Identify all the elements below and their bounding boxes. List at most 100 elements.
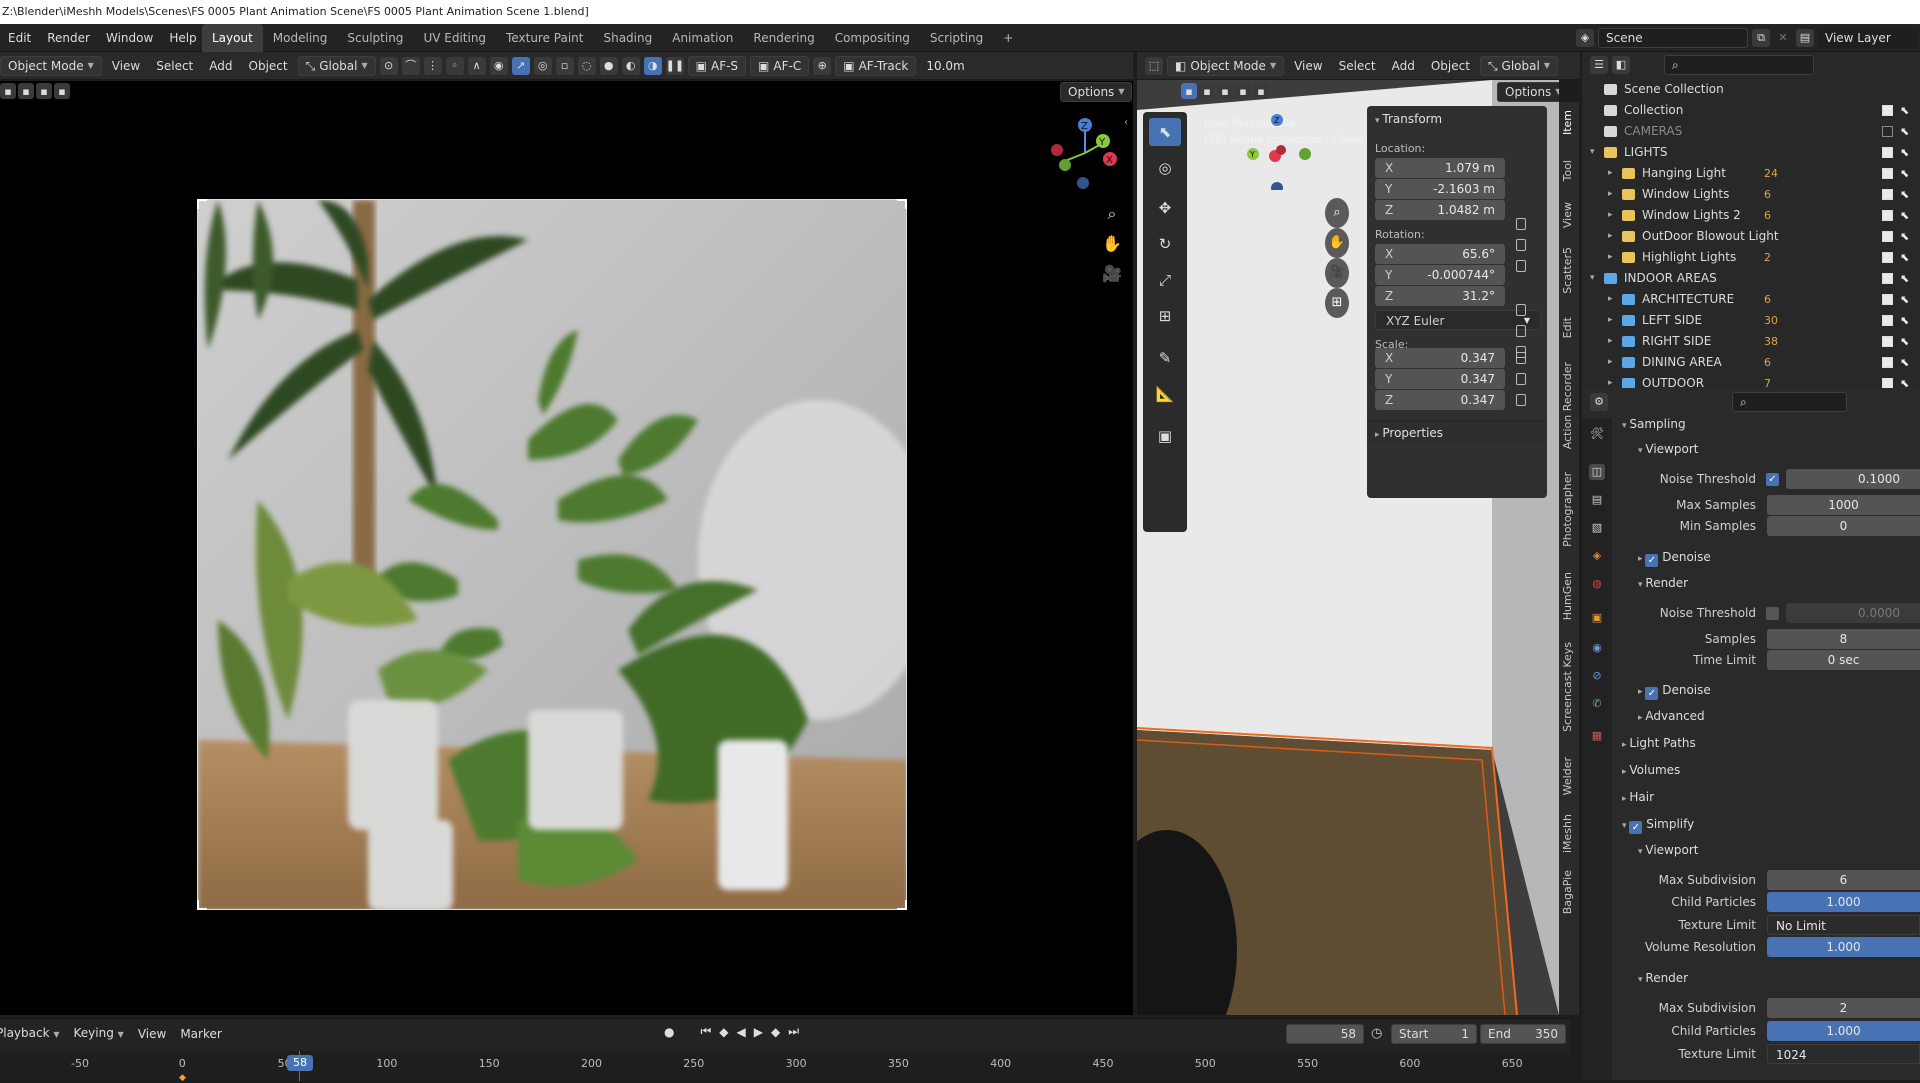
left-options-dropdown[interactable]: Options ▼ — [1060, 82, 1133, 102]
max-samples-field[interactable]: 1000 — [1767, 495, 1920, 515]
select-new-icon[interactable]: ▪ — [1181, 83, 1197, 99]
select-intersect-icon[interactable]: ▪ — [1253, 83, 1269, 99]
add-workspace-button[interactable]: + — [993, 24, 1023, 52]
properties-search-input[interactable]: ⌕ — [1732, 392, 1847, 412]
exclude-checkbox[interactable] — [1882, 252, 1893, 263]
play-icon[interactable]: ▶ — [754, 1025, 763, 1039]
simplify-render-header[interactable]: ▾ Render — [1638, 967, 1688, 989]
exclude-checkbox[interactable] — [1882, 336, 1893, 347]
exclude-checkbox[interactable] — [1882, 168, 1893, 179]
exclude-checkbox[interactable] — [1882, 126, 1893, 137]
pan-hand-icon[interactable]: ✋ — [1100, 229, 1124, 259]
overlay-icon[interactable]: ◎ — [533, 57, 552, 75]
constraints-properties-icon[interactable]: ⊘ — [1589, 668, 1605, 684]
selectable-icon[interactable]: ⬉ — [1900, 310, 1909, 331]
add-cube-tool-icon[interactable]: ▣ — [1149, 422, 1181, 450]
sampling-panel-header[interactable]: ▾ Sampling — [1622, 413, 1686, 435]
lock-icon[interactable] — [1516, 304, 1526, 316]
move-tool-icon[interactable]: ✥ — [1149, 194, 1181, 222]
tool-settings-icon[interactable]: 🛠 — [1589, 426, 1605, 442]
gizmo-icon[interactable]: ↗ — [511, 57, 530, 75]
outliner-editor-icon[interactable]: ☰ — [1590, 56, 1608, 74]
left-menu-object[interactable]: Object — [243, 56, 294, 76]
object-mode-dropdown[interactable]: Object Mode ▼ — [0, 56, 102, 76]
clock-icon[interactable]: ◷ — [1371, 1026, 1382, 1041]
rotation-y-field[interactable]: Y -0.000744° — [1375, 265, 1505, 285]
outliner-search-input[interactable]: ⌕ — [1664, 55, 1814, 75]
record-icon[interactable]: ● — [664, 1025, 674, 1039]
outliner-row[interactable]: Collection ⬉ — [1582, 100, 1920, 121]
time-limit-field[interactable]: 0 sec — [1767, 650, 1920, 670]
jump-end-icon[interactable]: ⏭ — [788, 1024, 799, 1039]
af-track-button[interactable]: ▣ AF-Track — [835, 56, 917, 76]
tab-screencast-keys[interactable]: Screencast Keys — [1561, 642, 1574, 732]
chevron-right-icon[interactable]: ▸ — [1608, 310, 1613, 331]
af-c-button[interactable]: ▣ AF-C — [750, 56, 810, 76]
chevron-down-icon[interactable]: ▾ — [1590, 142, 1595, 163]
tab-uv-editing[interactable]: UV Editing — [413, 24, 496, 52]
lock-icon[interactable] — [1516, 394, 1526, 406]
tab-tool[interactable]: Tool — [1561, 160, 1574, 181]
navigation-gizmo-small[interactable]: Z Y — [1233, 110, 1323, 190]
render-noise-threshold-checkbox[interactable] — [1766, 607, 1779, 620]
hair-panel-header[interactable]: ▸ Hair — [1622, 786, 1654, 808]
right-object-mode-dropdown[interactable]: ◧ Object Mode ▼ — [1167, 56, 1285, 76]
right-options-dropdown[interactable]: Options ▼ — [1497, 82, 1559, 102]
wireframe-shading-icon[interactable]: ◌ — [577, 57, 596, 75]
tab-rendering[interactable]: Rendering — [743, 24, 824, 52]
chevron-down-icon[interactable]: ▾ — [1590, 268, 1595, 289]
selectable-icon[interactable]: ⬉ — [1900, 100, 1909, 121]
lock-icon[interactable] — [1516, 218, 1526, 230]
outliner-row[interactable]: ▸ LEFT SIDE 30 ⬉ — [1582, 310, 1920, 331]
r-max-subdivision-field[interactable]: 2 — [1767, 998, 1920, 1018]
prev-keyframe-icon[interactable]: ◆ — [719, 1025, 728, 1039]
right-menu-object[interactable]: Object — [1425, 56, 1476, 76]
lock-icon[interactable] — [1516, 352, 1526, 364]
object-data-icon[interactable]: ✆ — [1589, 696, 1605, 712]
keyframe-marker-icon[interactable]: ◆ — [179, 1073, 186, 1083]
scale-z-field[interactable]: Z 0.347 — [1375, 390, 1505, 410]
scale-x-field[interactable]: X 0.347 — [1375, 348, 1505, 368]
scale-tool-icon[interactable]: ⤢ — [1149, 266, 1181, 294]
next-keyframe-icon[interactable]: ◆ — [771, 1025, 780, 1039]
location-y-field[interactable]: Y -2.1603 m — [1375, 179, 1505, 199]
outliner-root-row[interactable]: Scene Collection — [1582, 79, 1920, 100]
select-tool-icon[interactable]: ⬉ — [1149, 118, 1181, 146]
exclude-checkbox[interactable] — [1882, 147, 1893, 158]
frame-ruler[interactable]: -50 0 50 100 150 200 250 300 350 400 450 500 550 600 6… — [0, 1051, 1570, 1083]
material-shading-icon[interactable]: ◐ — [621, 57, 640, 75]
chevron-right-icon[interactable]: ▸ — [1608, 247, 1613, 268]
selectable-icon[interactable]: ⬉ — [1900, 331, 1909, 352]
volumes-panel-header[interactable]: ▸ Volumes — [1622, 759, 1680, 781]
properties-editor-icon[interactable]: ⚙ — [1590, 393, 1608, 411]
exclude-checkbox[interactable] — [1882, 357, 1893, 368]
menu-edit[interactable]: Edit — [0, 24, 39, 52]
chevron-right-icon[interactable]: ▸ — [1608, 331, 1613, 352]
outliner-row[interactable]: ▸ OutDoor Blowout Light ⬉ — [1582, 226, 1920, 247]
right-menu-select[interactable]: Select — [1333, 56, 1382, 76]
tab-modeling[interactable]: Modeling — [263, 24, 338, 52]
tab-edit[interactable]: Edit — [1561, 317, 1574, 338]
simplify-panel-header[interactable]: ▾ ✓ Simplify — [1622, 813, 1694, 835]
outliner-row[interactable]: ▸ Highlight Lights 2 ⬉ — [1582, 247, 1920, 268]
timeline-view-menu[interactable]: View — [132, 1024, 172, 1044]
vp-max-subdivision-field[interactable]: 6 — [1767, 870, 1920, 890]
tab-action-recorder[interactable]: Action Recorder — [1561, 362, 1574, 449]
chevron-right-icon[interactable]: ▸ — [1608, 226, 1613, 247]
exclude-checkbox[interactable] — [1882, 210, 1893, 221]
rotate-tool-icon[interactable]: ↻ — [1149, 230, 1181, 258]
select-extend-icon[interactable]: ▪ — [1199, 83, 1215, 99]
proportional-edit-icon[interactable]: ◦ — [445, 57, 464, 75]
viewport-denoise-header[interactable]: ▸ ✓ Denoise — [1638, 546, 1711, 568]
new-scene-icon[interactable]: ⧉ — [1752, 29, 1770, 47]
tab-bagapie[interactable]: BagaPie — [1561, 870, 1574, 914]
tab-scripting[interactable]: Scripting — [920, 24, 993, 52]
selectable-icon[interactable]: ⬉ — [1900, 247, 1909, 268]
rendered-shading-icon[interactable]: ◑ — [643, 57, 662, 75]
simplify-viewport-header[interactable]: ▾ Viewport — [1638, 839, 1698, 861]
scene-field[interactable]: Scene — [1598, 28, 1748, 48]
jump-start-icon[interactable]: ⏮ — [700, 1024, 711, 1039]
tab-shading[interactable]: Shading — [593, 24, 662, 52]
pause-icon[interactable]: ❚❚ — [665, 57, 684, 75]
outliner-row[interactable]: ▾ LIGHTS ⬉ — [1582, 142, 1920, 163]
